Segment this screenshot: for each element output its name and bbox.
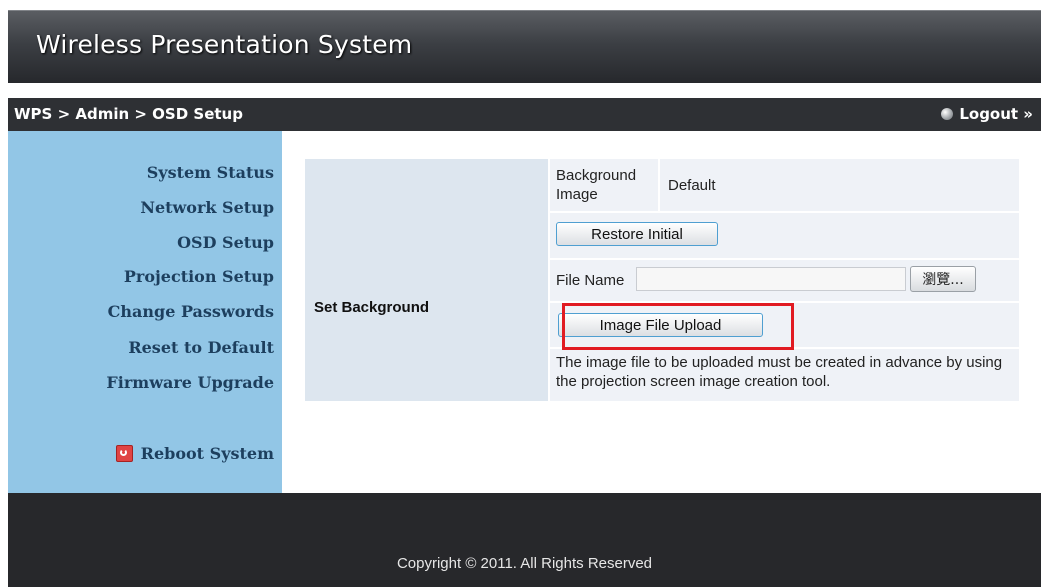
- sidebar-item-change-passwords[interactable]: Change Passwords: [108, 302, 274, 321]
- restore-row: Restore Initial: [550, 213, 1019, 258]
- power-icon: [115, 445, 133, 462]
- sidebar: System Status Network Setup OSD Setup Pr…: [8, 131, 282, 493]
- file-name-row: File Name 瀏覽...: [550, 260, 1019, 301]
- app-header: Wireless Presentation System: [8, 10, 1041, 83]
- background-image-label: Background Image: [556, 167, 637, 203]
- copyright-text: Copyright © 2011. All Rights Reserved: [396, 555, 653, 572]
- upload-row: Image File Upload: [550, 303, 1019, 347]
- sidebar-item-osd-setup[interactable]: OSD Setup: [177, 233, 274, 252]
- set-background-cell: Set Background: [305, 159, 548, 401]
- upload-note: The image file to be uploaded must be cr…: [556, 354, 1003, 390]
- logout-link[interactable]: Logout »: [941, 105, 1033, 123]
- image-file-upload-button[interactable]: Image File Upload: [558, 313, 763, 337]
- footer: Copyright © 2011. All Rights Reserved: [8, 493, 1041, 587]
- background-image-value-cell: Default: [660, 159, 1019, 211]
- main-content: Set Background Background Image Default …: [282, 131, 1041, 493]
- sidebar-item-network-setup[interactable]: Network Setup: [140, 198, 274, 217]
- logout-bullet-icon: [941, 108, 954, 120]
- background-image-label-cell: Background Image: [550, 159, 658, 211]
- file-name-input[interactable]: [636, 267, 906, 291]
- sidebar-item-system-status[interactable]: System Status: [147, 163, 274, 182]
- restore-initial-button[interactable]: Restore Initial: [556, 222, 718, 246]
- app-title: Wireless Presentation System: [36, 30, 413, 59]
- sidebar-item-firmware-upgrade[interactable]: Firmware Upgrade: [106, 373, 274, 392]
- sidebar-item-reboot-system[interactable]: Reboot System: [115, 444, 274, 463]
- sidebar-item-projection-setup[interactable]: Projection Setup: [124, 267, 274, 286]
- background-image-value: Default: [668, 177, 716, 194]
- browse-button[interactable]: 瀏覽...: [910, 266, 976, 292]
- set-background-label: Set Background: [314, 299, 430, 316]
- breadcrumb: WPS > Admin > OSD Setup: [14, 105, 243, 123]
- sidebar-item-reset-to-default[interactable]: Reset to Default: [128, 338, 274, 357]
- logout-label: Logout »: [959, 105, 1033, 123]
- nav-bar: WPS > Admin > OSD Setup Logout »: [8, 98, 1041, 131]
- note-row: The image file to be uploaded must be cr…: [550, 349, 1019, 401]
- reboot-label: Reboot System: [140, 444, 274, 463]
- file-name-label: File Name: [556, 272, 625, 289]
